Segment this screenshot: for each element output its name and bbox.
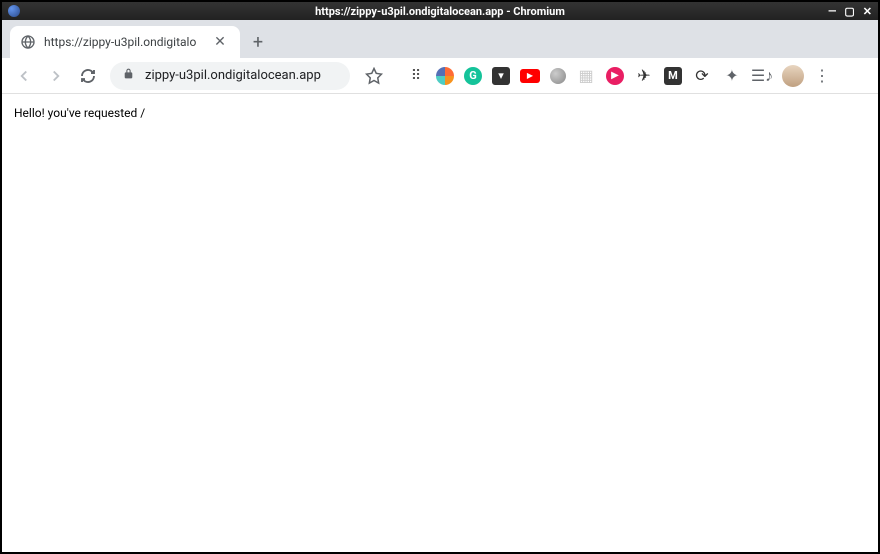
extensions-area: ⠿ G ▾ ▶ ▦ ▶ ✈ M ⟳ ✦ ☰♪ — [406, 65, 804, 87]
app-icon — [8, 5, 20, 17]
toolbar: zippy-u3pil.ondigitalocean.app ⠿ G ▾ ▶ ▦… — [2, 58, 878, 94]
pocket-icon[interactable]: ▾ — [492, 67, 510, 85]
dropbox-icon[interactable]: ⠿ — [406, 66, 426, 86]
refresh-extension-icon[interactable]: ⟳ — [692, 66, 712, 86]
m-extension-icon[interactable]: M — [664, 67, 682, 85]
address-bar[interactable]: zippy-u3pil.ondigitalocean.app — [110, 62, 350, 90]
new-tab-button[interactable]: + — [244, 28, 272, 56]
extensions-button[interactable]: ✦ — [722, 66, 742, 86]
url-text: zippy-u3pil.ondigitalocean.app — [145, 68, 338, 83]
youtube-icon[interactable]: ▶ — [520, 69, 540, 83]
back-button[interactable] — [10, 62, 38, 90]
grid-extension-icon[interactable]: ▦ — [576, 66, 596, 86]
forward-button[interactable] — [42, 62, 70, 90]
bookmark-button[interactable] — [360, 62, 388, 90]
maximize-button[interactable]: ▢ — [844, 6, 854, 17]
browser-tab[interactable]: https://zippy-u3pil.ondigitalo ✕ — [10, 26, 240, 58]
browser-window: https://zippy-u3pil.ondigitalocean.app -… — [0, 0, 880, 554]
window-controls: — ▢ ✕ — [828, 6, 872, 17]
page-text: Hello! you've requested / — [14, 106, 145, 120]
color-extension-icon[interactable] — [436, 67, 454, 85]
close-tab-button[interactable]: ✕ — [212, 34, 228, 50]
reading-list-icon[interactable]: ☰♪ — [752, 66, 772, 86]
grammarly-icon[interactable]: G — [464, 67, 482, 85]
tab-strip: https://zippy-u3pil.ondigitalo ✕ + — [2, 20, 878, 58]
close-window-button[interactable]: ✕ — [863, 6, 872, 17]
page-content: Hello! you've requested / — [2, 94, 878, 552]
globe-icon — [20, 34, 36, 50]
menu-button[interactable]: ⋮ — [808, 62, 836, 90]
pink-extension-icon[interactable]: ▶ — [606, 67, 624, 85]
rocket-icon[interactable]: ✈ — [634, 66, 654, 86]
profile-avatar[interactable] — [782, 65, 804, 87]
lock-icon — [122, 67, 135, 84]
reload-button[interactable] — [74, 62, 102, 90]
tab-title: https://zippy-u3pil.ondigitalo — [44, 35, 204, 49]
minimize-button[interactable]: — — [828, 6, 836, 17]
grey-extension-icon[interactable] — [550, 68, 566, 84]
title-bar: https://zippy-u3pil.ondigitalocean.app -… — [2, 2, 878, 20]
window-title: https://zippy-u3pil.ondigitalocean.app -… — [315, 5, 565, 18]
